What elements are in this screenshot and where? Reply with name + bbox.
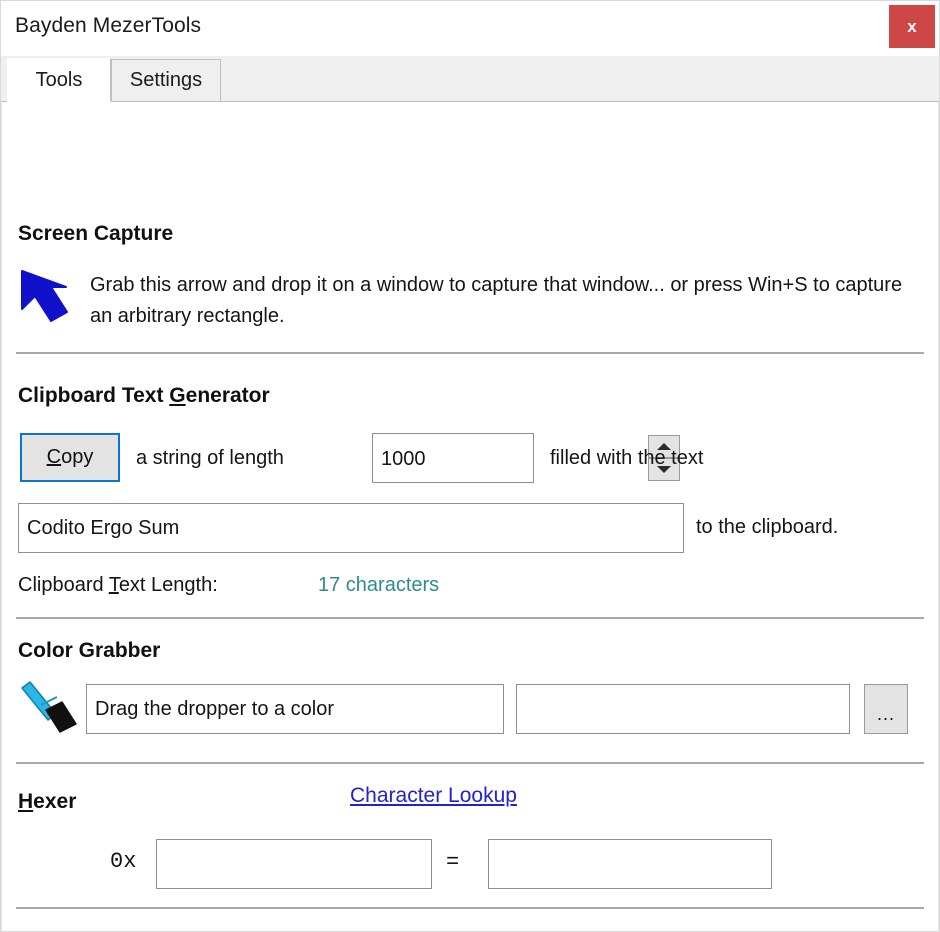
tab-tools-label: Tools — [35, 68, 83, 91]
label-filled-with-the-text: filled with the text — [550, 447, 704, 469]
clipboard-text-length-label: Clipboard Text Length: — [18, 574, 218, 597]
hex-input[interactable] — [156, 839, 432, 889]
close-icon: x — [907, 17, 917, 36]
close-button[interactable]: x — [889, 5, 935, 48]
tools-panel: Screen Capture Grab this arrow and drop … — [1, 102, 939, 931]
equals-label: = — [446, 850, 460, 875]
hexer-heading-accel: H — [18, 790, 34, 813]
color-more-button-label: ... — [876, 704, 895, 724]
copy-button-label: opy — [61, 446, 94, 468]
label-a-string-of-length: a string of length — [136, 447, 284, 469]
hex-prefix-label: 0x — [110, 849, 137, 874]
length-stepper[interactable] — [372, 433, 680, 484]
copy-button-accel: C — [46, 446, 62, 468]
copy-button[interactable]: Copy — [20, 433, 120, 482]
divider-after-clipboard-generator — [16, 617, 924, 619]
hexer-heading-part2: exer — [33, 790, 77, 813]
application-window: Bayden MezerTools x Tools Settings Scree… — [0, 0, 940, 932]
color-hint-input[interactable] — [86, 684, 504, 734]
screen-capture-description: Grab this arrow and drop it on a window … — [90, 274, 903, 327]
fill-text-input[interactable] — [18, 503, 684, 553]
clipboard-generator-heading-part2: enerator — [185, 384, 270, 407]
window-title: Bayden MezerTools — [15, 14, 202, 37]
clipboard-text-length-value: 17 characters — [318, 574, 440, 596]
tab-tools[interactable]: Tools — [7, 58, 111, 102]
hexer-heading: Hexer — [18, 790, 76, 814]
divider-after-hexer — [16, 907, 924, 909]
screen-capture-heading: Screen Capture — [18, 222, 174, 245]
color-grabber-heading: Color Grabber — [18, 639, 161, 662]
eyedropper-icon[interactable] — [16, 680, 82, 740]
divider-after-screen-capture — [16, 352, 924, 354]
clipboard-generator-heading-part1: Clipboard Text — [18, 384, 170, 407]
tab-strip: Tools Settings — [1, 56, 939, 102]
color-value-input[interactable] — [516, 684, 850, 734]
divider-after-color-grabber — [16, 762, 924, 764]
hex-result-input[interactable] — [488, 839, 772, 889]
clipboard-generator-heading-accel: G — [169, 384, 186, 407]
tab-settings-label: Settings — [129, 69, 203, 91]
label-to-the-clipboard: to the clipboard. — [696, 516, 839, 538]
clipboard-text-length-label-part1: Clipboard — [18, 574, 109, 596]
tab-settings[interactable]: Settings — [111, 59, 221, 101]
clipboard-text-length-label-part2: ext Length: — [118, 574, 218, 596]
color-more-button[interactable]: ... — [864, 684, 908, 734]
clipboard-text-length-label-accel: T — [108, 574, 119, 596]
title-bar: Bayden MezerTools x — [1, 1, 939, 56]
drag-arrow-icon[interactable] — [18, 265, 82, 327]
clipboard-generator-heading: Clipboard Text Generator — [18, 384, 270, 408]
character-lookup-link[interactable]: Character Lookup — [350, 784, 517, 808]
